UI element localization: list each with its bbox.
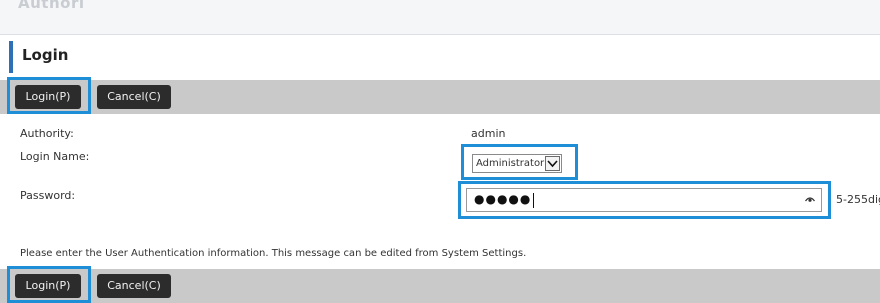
authority-value: admin (471, 127, 506, 140)
faded-page-title: Authori (18, 0, 85, 12)
page-title: Login (22, 46, 69, 64)
password-input[interactable]: ●●●●● (466, 188, 822, 212)
page-header: Login (0, 35, 880, 77)
top-toolbar: Login(P) Cancel(C) (0, 80, 880, 114)
cancel-button-top[interactable]: Cancel(C) (97, 85, 171, 109)
password-label: Password: (20, 189, 76, 202)
top-strip: Authori (0, 0, 880, 35)
login-button-top[interactable]: Login(P) (15, 85, 81, 109)
login-name-selected-value: Administrator (476, 158, 545, 169)
password-masked-value: ●●●●● (474, 192, 532, 206)
eye-icon[interactable] (804, 193, 816, 206)
password-length-hint: 5-255dig (836, 193, 880, 206)
header-accent-bar (9, 41, 13, 73)
authority-label: Authority: (20, 127, 74, 140)
cancel-button-bottom[interactable]: Cancel(C) (97, 274, 171, 298)
login-button-bottom[interactable]: Login(P) (15, 274, 81, 298)
login-name-select[interactable]: Administrator (472, 154, 562, 173)
text-caret (533, 193, 534, 208)
login-name-label: Login Name: (20, 150, 90, 163)
authentication-message: Please enter the User Authentication inf… (20, 248, 527, 259)
chevron-down-icon[interactable] (545, 156, 560, 171)
bottom-toolbar: Login(P) Cancel(C) (0, 269, 880, 303)
